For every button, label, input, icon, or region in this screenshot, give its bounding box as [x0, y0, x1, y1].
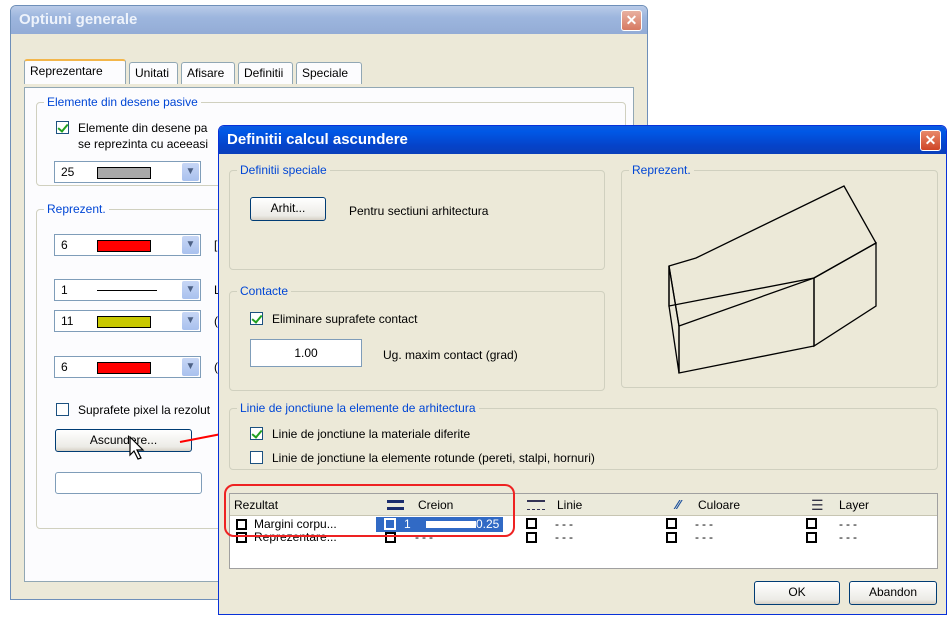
tab-unitati[interactable]: Unitati — [129, 62, 178, 84]
eliminate-contacts-checkbox[interactable] — [250, 312, 263, 325]
passive-elements-label-1: Elemente din desene pa — [78, 121, 208, 135]
pixel-surfaces-checkbox[interactable] — [56, 403, 69, 416]
3d-wall-preview — [668, 185, 877, 374]
culoare-value: --- — [695, 517, 716, 531]
linie-checkbox[interactable] — [526, 532, 537, 543]
layer-value: --- — [839, 530, 860, 544]
line-type-icon — [527, 500, 545, 510]
linie-value: --- — [555, 530, 576, 544]
empty-field[interactable] — [55, 472, 202, 494]
contact-angle-value: 1.00 — [294, 346, 318, 360]
options-tabstrip: Reprezentare Unitati Afisare Definitii S… — [24, 59, 384, 88]
ok-button[interactable]: OK — [754, 581, 840, 605]
junction-round-label: Linie de jonctiune la elemente rotunde (… — [272, 451, 595, 465]
layer-value: --- — [839, 517, 860, 531]
arhit-description: Pentru sectiuni arhitectura — [349, 204, 489, 218]
contact-angle-label: Ug. maxim contact (grad) — [383, 348, 518, 362]
col-layer[interactable]: Layer — [839, 498, 869, 512]
chevron-down-icon[interactable]: ▼ — [182, 281, 199, 299]
layer-icon: ☰ — [811, 497, 824, 513]
chevron-down-icon[interactable]: ▼ — [182, 236, 199, 254]
culoare-checkbox[interactable] — [666, 532, 677, 543]
side-mark-1: [ — [214, 238, 218, 252]
pixel-surfaces-label: Suprafete pixel la rezolut — [78, 403, 211, 417]
pen-combo-2-value: 11 — [61, 314, 74, 328]
red-swatch — [97, 240, 151, 252]
linie-value: --- — [555, 517, 576, 531]
annotation-highlight — [224, 484, 515, 537]
junction-materials-label: Linie de jonctiune la materiale diferite — [272, 427, 471, 441]
contact-angle-input[interactable]: 1.00 — [250, 339, 362, 367]
color-brush-icon: ⁄⁄ — [676, 497, 681, 512]
junction-materials-checkbox[interactable] — [250, 427, 263, 440]
pen-combo-1-value: 6 — [61, 238, 68, 252]
passive-elements-label-2: se reprezinta cu aceeasi — [78, 137, 209, 151]
pen-combo-3-value: 6 — [61, 360, 68, 374]
options-title: Optiuni generale — [19, 11, 138, 28]
tab-reprezentare[interactable]: Reprezentare — [24, 59, 126, 84]
layer-checkbox[interactable] — [806, 518, 817, 529]
pen-color-combo-2[interactable]: 11 ▼ — [54, 310, 201, 332]
line-combo-value: 1 — [61, 283, 68, 297]
col-culoare[interactable]: Culoare — [698, 498, 740, 512]
options-titlebar: Optiuni generale — [11, 6, 647, 34]
cancel-button[interactable]: Abandon — [849, 581, 937, 605]
col-linie[interactable]: Linie — [557, 498, 582, 512]
passive-color-combo[interactable]: 25 ▼ — [54, 161, 201, 183]
line-sample — [97, 290, 157, 291]
red-swatch — [97, 362, 151, 374]
junction-round-checkbox[interactable] — [250, 451, 263, 464]
chevron-down-icon[interactable]: ▼ — [182, 163, 199, 181]
group-representation-label: Reprezent. — [44, 202, 109, 216]
preview-label: Reprezent. — [629, 163, 694, 177]
culoare-checkbox[interactable] — [666, 518, 677, 529]
tab-afisare[interactable]: Afisare — [181, 62, 235, 84]
group-passive-label: Elemente din desene pasive — [44, 95, 201, 109]
olive-swatch — [97, 316, 151, 328]
hide-definitions-dialog: Definitii calcul ascundere ✕ Definitii s… — [218, 125, 947, 615]
culoare-value: --- — [695, 530, 716, 544]
group-special-label: Definitii speciale — [237, 163, 330, 177]
layer-checkbox[interactable] — [806, 532, 817, 543]
passive-color-value: 25 — [61, 165, 75, 179]
pen-color-combo-1[interactable]: 6 ▼ — [54, 234, 201, 256]
eliminate-contacts-label: Eliminare suprafete contact — [272, 312, 418, 326]
tab-speciale[interactable]: Speciale — [296, 62, 362, 84]
chevron-down-icon[interactable]: ▼ — [182, 358, 199, 376]
linie-checkbox[interactable] — [526, 518, 537, 529]
hide-title: Definitii calcul ascundere — [227, 131, 408, 148]
pen-color-combo-3[interactable]: 6 ▼ — [54, 356, 201, 378]
hide-titlebar: Definitii calcul ascundere — [219, 126, 946, 154]
group-junction-label: Linie de jonctiune la elemente de arhite… — [237, 401, 479, 415]
passive-elements-checkbox[interactable] — [56, 121, 69, 134]
mouse-cursor-icon — [129, 436, 145, 460]
group-contacts-label: Contacte — [237, 284, 292, 298]
chevron-down-icon[interactable]: ▼ — [182, 312, 199, 330]
line-combo[interactable]: 1 ▼ — [54, 279, 201, 301]
close-icon[interactable]: ✕ — [920, 130, 941, 151]
tab-definitii[interactable]: Definitii — [238, 62, 293, 84]
arhit-button[interactable]: Arhit... — [250, 197, 326, 221]
options-close-button[interactable]: ✕ — [621, 10, 642, 31]
passive-color-swatch — [97, 167, 151, 179]
